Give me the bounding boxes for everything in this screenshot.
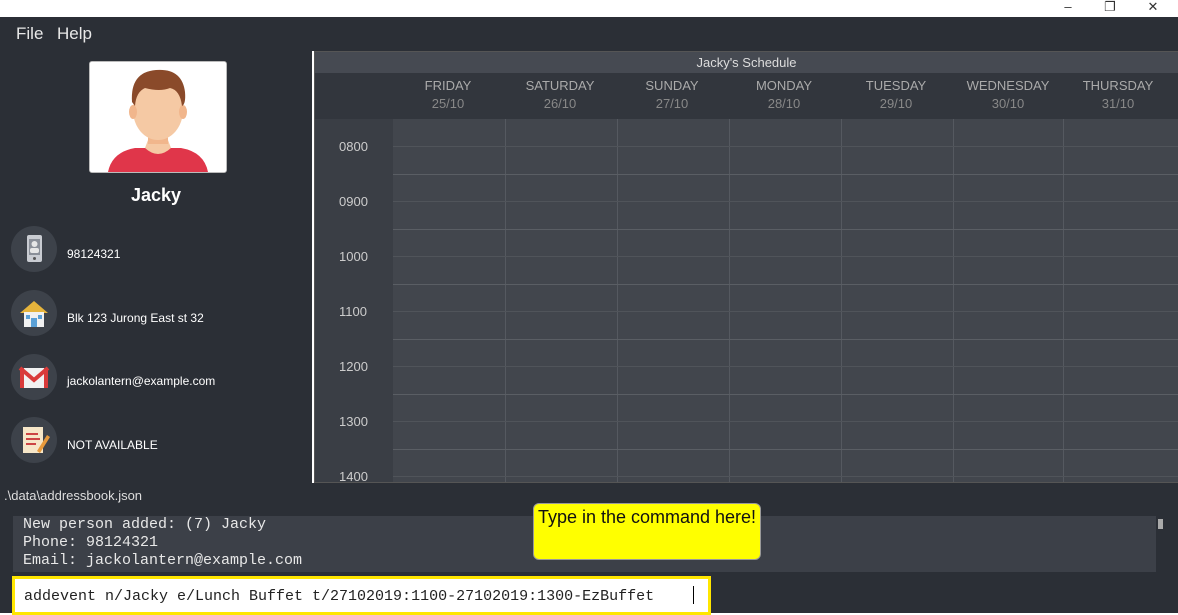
result-scrollbar[interactable] <box>1158 519 1163 529</box>
email-text: jackolantern@example.com <box>67 374 216 388</box>
person-panel: Jacky 98124321 Blk 123 Jurong East st 32… <box>0 51 312 483</box>
day-header: TUESDAY 29/10 <box>865 78 927 111</box>
grid-row-divider <box>393 449 1178 450</box>
notepad-icon <box>11 417 57 463</box>
grid-row-divider <box>393 146 1178 147</box>
time-label: 1000 <box>339 249 368 264</box>
menu-bar: File Help <box>0 17 1178 51</box>
text-caret <box>693 586 694 604</box>
grid-row-divider <box>393 256 1178 257</box>
day-header: THURSDAY 31/10 <box>1082 78 1154 111</box>
day-header: WEDNESDAY 30/10 <box>966 78 1050 111</box>
grid-row-divider <box>393 201 1178 202</box>
restore-icon[interactable]: ❐ <box>1096 0 1124 16</box>
time-label: 1200 <box>339 359 368 374</box>
house-icon <box>11 290 57 336</box>
phone-text: 98124321 <box>67 247 121 261</box>
day-header: SATURDAY 26/10 <box>525 78 595 111</box>
grid-row-divider <box>393 339 1178 340</box>
day-header-row: FRIDAY 25/10 SATURDAY 26/10 SUNDAY 27/10 MO… <box>315 73 1178 119</box>
address-text: Blk 123 Jurong East st 32 <box>67 311 204 325</box>
schedule-grid[interactable] <box>393 119 1178 482</box>
close-icon[interactable]: ✕ <box>1139 0 1167 16</box>
time-label: 1100 <box>339 304 367 319</box>
grid-row-divider <box>393 284 1178 285</box>
grid-row-divider <box>393 229 1178 230</box>
grid-row-divider <box>393 421 1178 422</box>
grid-row-divider <box>393 366 1178 367</box>
schedule-panel: Jacky's Schedule FRIDAY 25/10 SATURDAY 26/… <box>314 51 1178 483</box>
command-text: addevent n/Jacky e/Lunch Buffet t/271020… <box>24 588 655 605</box>
grid-row-divider <box>393 311 1178 312</box>
menu-file[interactable]: File <box>16 24 43 44</box>
grid-row-divider <box>393 394 1178 395</box>
time-label: 0900 <box>339 194 368 209</box>
instruction-callout: Type in the command here! <box>533 503 761 560</box>
time-label: 0800 <box>339 139 368 154</box>
day-header: SUNDAY 27/10 <box>645 78 699 111</box>
day-header: FRIDAY 25/10 <box>424 78 472 111</box>
grid-row-divider <box>393 174 1178 175</box>
schedule-title: Jacky's Schedule <box>315 52 1178 73</box>
grid-row-divider <box>393 476 1178 477</box>
remark-text: NOT AVAILABLE <box>67 438 158 452</box>
avatar <box>89 61 227 173</box>
command-input[interactable]: addevent n/Jacky e/Lunch Buffet t/271020… <box>12 576 711 615</box>
time-label: 1300 <box>339 414 368 429</box>
phone-icon <box>11 226 57 272</box>
time-label: 1400 <box>339 469 368 483</box>
person-name: Jacky <box>130 185 182 205</box>
email-icon <box>11 354 57 400</box>
day-header: MONDAY 28/10 <box>755 78 813 111</box>
title-bar: – ❐ ✕ <box>0 0 1178 17</box>
person-avatar-icon <box>90 62 226 172</box>
minimize-icon[interactable]: – <box>1054 0 1082 16</box>
command-area: addevent n/Jacky e/Lunch Buffet t/271020… <box>0 576 1178 615</box>
menu-help[interactable]: Help <box>57 24 92 44</box>
